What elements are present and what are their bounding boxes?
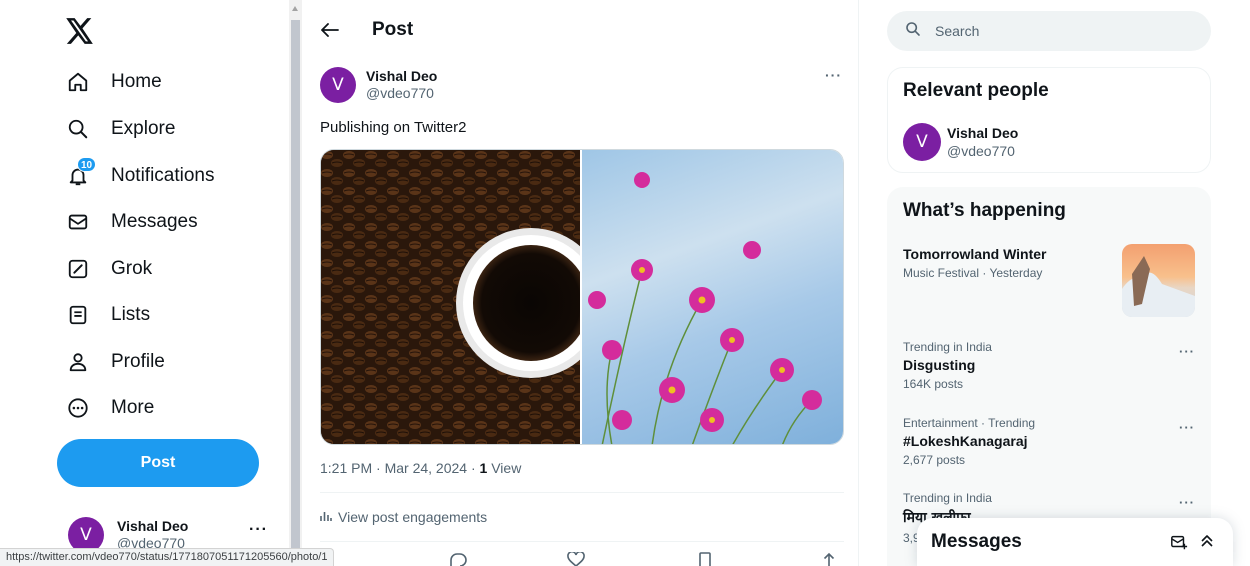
app: Home Explore 10 Notifications Messages G…	[0, 0, 1250, 566]
bookmark-icon[interactable]	[698, 552, 712, 566]
home-icon	[66, 70, 90, 94]
relevant-people-title: Relevant people	[903, 80, 1049, 101]
whats-happening-title: What’s happening	[903, 200, 1066, 221]
nav-label-more: More	[111, 397, 155, 418]
trend-thumbnail[interactable]	[1122, 244, 1195, 317]
notification-badge: 10	[77, 157, 97, 172]
engagements-label: View post engagements	[338, 509, 488, 525]
nav-item-grok[interactable]: Grok	[66, 249, 152, 289]
post-header: Post	[320, 12, 413, 48]
search-icon	[66, 117, 90, 141]
divider	[320, 541, 844, 542]
scroll-up-arrow-icon[interactable]	[292, 6, 298, 11]
nav-label-messages: Messages	[111, 211, 198, 232]
person-icon	[66, 350, 90, 374]
envelope-icon	[66, 210, 90, 234]
x-logo-icon[interactable]	[66, 18, 96, 48]
avatar[interactable]: V	[320, 67, 356, 103]
nav-label-explore: Explore	[111, 118, 176, 139]
account-name: Vishal Deo	[117, 518, 189, 534]
nav-item-home[interactable]: Home	[66, 62, 162, 102]
post-timestamp[interactable]: 1:21 PM · Mar 24, 2024 ·	[320, 460, 480, 476]
main-column: Post V Vishal Deo @vdeo770 ··· Publishin…	[302, 0, 859, 566]
left-nav: Home Explore 10 Notifications Messages G…	[0, 0, 288, 566]
nav-label-home: Home	[111, 71, 162, 92]
post-media	[320, 149, 844, 445]
post-more-icon[interactable]: ···	[825, 67, 842, 83]
bell-icon: 10	[66, 157, 97, 188]
author-handle[interactable]: @vdeo770	[366, 85, 437, 102]
nav-item-messages[interactable]: Messages	[66, 202, 198, 242]
nav-item-profile[interactable]: Profile	[66, 342, 165, 382]
trend-more-icon[interactable]: ···	[1179, 420, 1195, 435]
relevant-person-name[interactable]: Vishal Deo	[947, 124, 1018, 142]
trend-count: 2,677 posts	[903, 453, 966, 467]
trend-context: Trending in India	[903, 340, 992, 354]
chevron-up-icon[interactable]	[1199, 533, 1215, 554]
nav-label-grok: Grok	[111, 258, 153, 279]
trend-more-icon[interactable]: ···	[1179, 495, 1195, 510]
nav-item-more[interactable]: More	[66, 388, 154, 428]
grok-icon	[66, 257, 90, 281]
nav-item-notifications[interactable]: 10 Notifications	[66, 156, 215, 196]
divider	[320, 492, 844, 493]
status-url: https://twitter.com/vdeo770/status/17718…	[0, 548, 335, 566]
account-more-icon[interactable]: ···	[249, 521, 268, 539]
trend-topic: #LokeshKanagaraj	[903, 433, 1028, 449]
reply-icon[interactable]	[448, 552, 468, 566]
nav-item-lists[interactable]: Lists	[66, 295, 150, 335]
coffee-image[interactable]	[321, 150, 580, 444]
scrollbar-thumb[interactable]	[291, 20, 300, 566]
avatar[interactable]: V	[903, 123, 941, 161]
relevant-person-names: Vishal Deo @vdeo770	[947, 124, 1018, 160]
trend-item[interactable]: Trending in India Disgusting 164K posts …	[903, 340, 1195, 391]
post-actions	[320, 550, 844, 566]
trend-context: Entertainment · Trending	[903, 416, 1036, 430]
nav-label-notifications: Notifications	[111, 165, 215, 186]
trend-more-icon[interactable]: ···	[1179, 344, 1195, 359]
like-heart-icon[interactable]	[567, 550, 585, 566]
flowers-image[interactable]	[582, 150, 843, 444]
trend-count: 164K posts	[903, 377, 964, 391]
view-engagements-link[interactable]: View post engagements	[320, 509, 487, 525]
compose-post-button[interactable]: Post	[57, 439, 259, 487]
new-message-icon[interactable]	[1170, 533, 1188, 556]
more-circle-icon	[66, 396, 90, 420]
analytics-icon	[320, 509, 332, 525]
trend-context: Trending in India	[903, 491, 992, 505]
page-title: Post	[372, 19, 414, 40]
post-author[interactable]: V Vishal Deo @vdeo770	[320, 67, 437, 103]
nav-label-profile: Profile	[111, 351, 165, 372]
post-meta: 1:21 PM · Mar 24, 2024 · 1 View	[320, 460, 521, 476]
nav-label-lists: Lists	[111, 304, 151, 325]
messages-drawer-title: Messages	[931, 531, 1022, 552]
share-icon[interactable]	[822, 552, 836, 566]
author-names: Vishal Deo @vdeo770	[366, 68, 437, 102]
post-text: Publishing on Twitter2	[320, 119, 467, 136]
trend-topic: Disgusting	[903, 357, 976, 373]
search-icon	[905, 21, 921, 42]
search-input[interactable]: Search	[935, 23, 979, 39]
relevant-people-card: Relevant people V Vishal Deo @vdeo770	[887, 67, 1211, 173]
whats-happening-card: What’s happening Tomorrowland Winter Mus…	[887, 187, 1211, 566]
relevant-person-handle: @vdeo770	[947, 143, 1015, 159]
views-label: View	[487, 460, 522, 476]
account-names: Vishal Deo @vdeo770	[117, 518, 188, 552]
trend-item[interactable]: Entertainment · Trending #LokeshKanagara…	[903, 416, 1195, 467]
nav-item-explore[interactable]: Explore	[66, 109, 175, 149]
back-arrow-icon[interactable]	[320, 20, 340, 40]
messages-drawer[interactable]: Messages	[917, 518, 1233, 566]
relevant-person[interactable]: V Vishal Deo @vdeo770	[903, 123, 1018, 161]
list-icon	[66, 303, 90, 327]
search-box[interactable]: Search	[887, 11, 1211, 51]
author-name[interactable]: Vishal Deo	[366, 68, 437, 85]
